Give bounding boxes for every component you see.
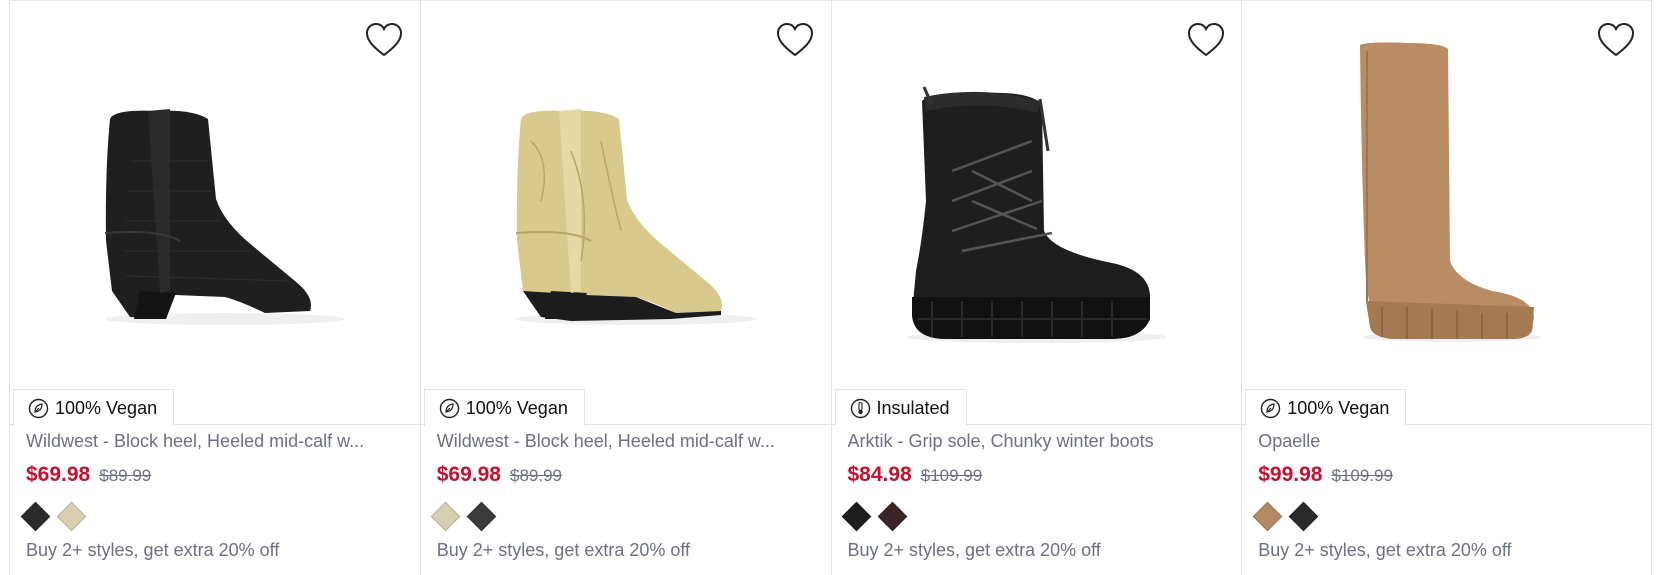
vegan-leaf-icon (1261, 398, 1281, 418)
promo-text: Buy 2+ styles, get extra 20% off (847, 540, 1101, 560)
promo-text: Buy 2+ styles, get extra 20% off (26, 540, 280, 560)
original-price: $89.99 (509, 466, 562, 485)
wishlist-heart-icon[interactable] (1596, 21, 1636, 59)
gold-western-boot-image (515, 109, 756, 325)
badge-label: 100% Vegan (1287, 397, 1390, 418)
feature-badge: 100% Vegan (13, 389, 175, 426)
product-title-link[interactable]: Arktik - Grip sole, Chunky winter boots (848, 431, 1218, 452)
price-block: $69.98 $89.99 (437, 463, 562, 487)
feature-badge: Insulated (834, 389, 967, 426)
color-swatches (20, 501, 86, 531)
promo-text: Buy 2+ styles, get extra 20% off (436, 540, 691, 560)
color-swatch[interactable] (56, 501, 86, 531)
feature-badge: 100% Vegan (423, 389, 585, 426)
color-swatch[interactable] (20, 501, 50, 531)
product-card[interactable]: 100% Vegan Wildwest - Block heel, Heeled… (419, 0, 831, 575)
product-card[interactable]: 100% Vegan Wildwest - Block heel, Heeled… (9, 0, 420, 575)
thermometer-icon (850, 398, 870, 418)
product-image[interactable] (10, 1, 420, 425)
black-winter-boot-image (906, 86, 1167, 343)
sale-price: $69.98 (436, 463, 501, 486)
price-block: $99.98 $109.99 (1258, 463, 1393, 487)
product-card[interactable]: Insulated Arktik - Grip sole, Chunky win… (830, 0, 1242, 575)
color-swatch[interactable] (877, 501, 908, 531)
color-swatch[interactable] (841, 501, 872, 531)
color-swatches (841, 501, 908, 531)
color-swatch[interactable] (430, 501, 461, 531)
price-block: $69.98 $89.99 (26, 463, 151, 487)
wishlist-heart-icon[interactable] (775, 21, 815, 59)
product-grid: 100% Vegan Wildwest - Block heel, Heeled… (9, 0, 1653, 575)
vegan-leaf-icon (28, 398, 49, 418)
color-swatches (1252, 501, 1319, 531)
badge-label: 100% Vegan (55, 397, 158, 418)
wishlist-heart-icon[interactable] (364, 21, 404, 59)
price-block: $84.98 $109.99 (848, 463, 983, 487)
tan-knee-high-boot-image (1360, 42, 1543, 342)
color-swatch[interactable] (466, 501, 497, 531)
promo-text: Buy 2+ styles, get extra 20% off (1258, 540, 1512, 560)
color-swatch[interactable] (1252, 501, 1283, 531)
product-image[interactable] (831, 1, 1242, 425)
color-swatches (430, 501, 497, 531)
original-price: $109.99 (920, 466, 983, 485)
color-swatch[interactable] (1288, 501, 1319, 531)
wishlist-heart-icon[interactable] (1186, 21, 1226, 59)
product-card[interactable]: 100% Vegan Opaelle $99.98 $109.99 Buy 2+… (1241, 0, 1653, 575)
product-image[interactable] (1242, 1, 1653, 425)
feature-badge: 100% Vegan (1245, 389, 1407, 426)
product-title-link[interactable]: Wildwest - Block heel, Heeled mid-calf w… (437, 431, 807, 452)
sale-price: $69.98 (26, 463, 91, 486)
badge-label: Insulated (876, 397, 950, 418)
sale-price: $84.98 (847, 463, 912, 486)
product-title-link[interactable]: Wildwest - Block heel, Heeled mid-calf w… (26, 431, 396, 452)
sale-price: $99.98 (1258, 463, 1323, 486)
vegan-leaf-icon (439, 398, 459, 418)
original-price: $89.99 (99, 466, 152, 485)
original-price: $109.99 (1331, 466, 1393, 485)
product-image[interactable] (420, 1, 831, 425)
product-title-link[interactable]: Opaelle (1258, 431, 1628, 452)
black-western-boot-image (104, 109, 345, 325)
badge-label: 100% Vegan (465, 397, 568, 418)
